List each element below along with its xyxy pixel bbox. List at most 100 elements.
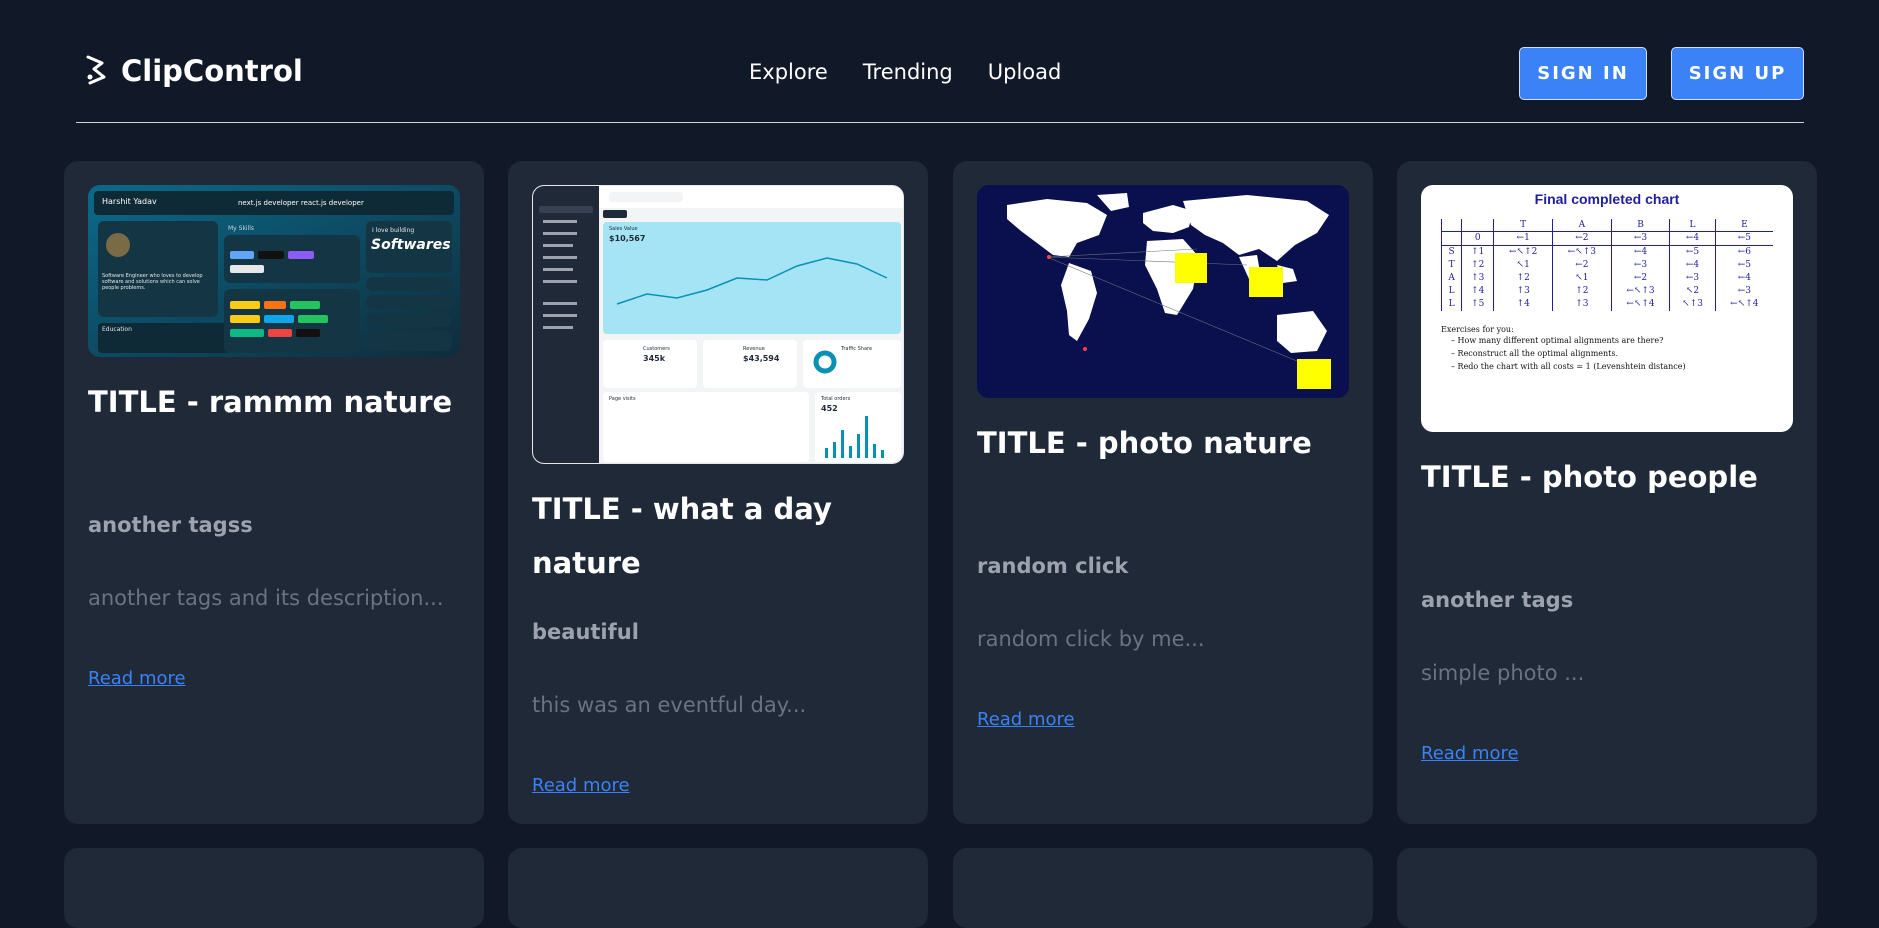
thumb-name: Harshit Yadav [102,197,157,206]
thumb-sub: I love building [372,227,415,234]
table-cell: ←↖↑3 [1552,245,1612,259]
thumb-skills: My Skills [228,225,255,232]
post-thumbnail[interactable]: Harshit Yadav next.js developer react.js… [88,185,460,357]
alignment-table: T A B L E 0 ←1 ←2 ←3 ←4 ←5 S ↑1 ←↖↑2 ←↖↑3 ←4 ←5 ←6 T ↑2 ↖1 ←2… [1440,219,1773,311]
table-row: L ↑4 ↑3 ↑2 ←↖↑3 ↖2 ←3 [1440,285,1773,298]
post-description: another tags and its description... [88,586,444,610]
orders-label: Total orders [821,396,851,402]
table-cell: L [1440,298,1462,311]
table-header-cell [1440,219,1462,232]
post-thumbnail[interactable] [977,185,1349,398]
post-title: TITLE - rammm nature [88,385,453,419]
table-cell: ↑2 [1461,259,1494,272]
customers-label: Customers [643,346,670,352]
post-description: random click by me... [977,627,1205,651]
post-card: Sales Value $10,567 Customers 345k Reven… [508,161,928,824]
table-cell: ←1 [1493,231,1553,246]
post-card: Harshit Yadav next.js developer react.js… [64,161,484,824]
portfolio-screenshot [88,185,460,357]
read-more-link[interactable]: Read more [88,668,186,689]
table-row: L ↑5 ↑4 ↑3 ←↖↑4 ↖↑3 ←↖↑4 [1440,298,1773,311]
table-header-cell: E [1714,219,1773,232]
orders-value: 452 [821,404,838,413]
post-tag: random click [977,554,1129,578]
table-row: T ↑2 ↖1 ←2 ←3 ←4 ←5 [1440,259,1773,272]
sales-label: Sales Value [609,226,638,232]
sign-in-button[interactable]: SIGN IN [1519,47,1647,100]
nav-upload[interactable]: Upload [988,60,1062,84]
read-more-link[interactable]: Read more [532,775,630,796]
exercises-title: Exercises for you: [1441,325,1514,334]
auth-buttons: SIGN IN SIGN UP [1519,47,1804,100]
table-cell: ↑4 [1493,298,1553,311]
table-cell: ←3 [1610,231,1670,246]
read-more-link[interactable]: Read more [1421,743,1519,764]
table-cell: ↖1 [1493,259,1553,272]
exercise-list: – How many different optimal alignments … [1451,334,1773,373]
table-cell: ←5 [1714,259,1773,272]
table-cell: ←3 [1610,259,1670,272]
table-cell [1440,231,1462,246]
table-header-cell: L [1669,219,1716,232]
table-cell: ←4 [1714,272,1773,285]
table-header-cell: T [1493,219,1553,232]
post-card: TITLE - photo nature random click random… [953,161,1373,824]
post-title: TITLE - photo people [1421,460,1758,494]
post-thumbnail[interactable]: Final completed chart T A B L E 0 ←1 ←2 ←3 ←4 ←5 S ↑… [1421,185,1793,432]
post-card [1397,848,1817,928]
post-thumbnail[interactable]: Sales Value $10,567 Customers 345k Reven… [532,185,904,464]
table-cell: ←3 [1669,272,1716,285]
dashboard-screenshot [533,186,903,463]
thumb-bio: Software Engineer who loves to develop s… [102,273,203,291]
brand-logo[interactable]: ClipControl [82,54,303,88]
table-cell: ←2 [1552,231,1612,246]
brand-name: ClipControl [121,54,303,88]
post-tag: another tags [1421,588,1574,612]
table-header-cell: A [1552,219,1612,232]
customers-value: 345k [643,354,666,363]
table-cell: ←↖↑4 [1610,298,1670,311]
table-cell: ↖2 [1669,285,1716,298]
sales-value: $10,567 [609,234,646,243]
table-row: S ↑1 ←↖↑2 ←↖↑3 ←4 ←5 ←6 [1440,245,1773,259]
post-description: simple photo ... [1421,661,1585,685]
world-map-image [977,185,1349,398]
thumb-headline: Softwares [371,237,451,253]
table-row: A ↑3 ↑2 ↖1 ←2 ←3 ←4 [1440,272,1773,285]
revenue-label: Revenue [743,346,765,352]
nav-explore[interactable]: Explore [749,60,828,84]
table-cell: ←↖↑2 [1493,245,1553,259]
table-cell: ↑4 [1461,285,1494,298]
table-cell: ←3 [1714,285,1773,298]
post-card [508,848,928,928]
table-cell: ↖↑3 [1669,298,1716,311]
table-cell: ↑3 [1493,285,1553,298]
post-card [953,848,1373,928]
table-cell: T [1440,259,1462,272]
table-cell: ↑2 [1493,272,1553,285]
table-cell: ←2 [1552,259,1612,272]
table-cell: ←↖↑3 [1610,285,1670,298]
thumb-education: Education [102,326,132,333]
table-cell: ↑2 [1552,285,1612,298]
post-tag: beautiful [532,620,639,644]
post-card: Final completed chart T A B L E 0 ←1 ←2 ←3 ←4 ←5 S ↑… [1397,161,1817,824]
table-cell: ↖1 [1552,272,1612,285]
table-cell: ↑3 [1461,272,1494,285]
table-header-cell: B [1610,219,1670,232]
table-header-cell [1461,219,1494,232]
table-cell: L [1440,285,1462,298]
site-header: ClipControl Explore Trending Upload SIGN… [76,0,1804,123]
chart-title: Final completed chart [1534,191,1680,207]
nav-trending[interactable]: Trending [863,60,953,84]
exercise-item: – How many different optimal alignments … [1451,336,1664,345]
table-cell: 0 [1461,231,1494,246]
table-cell: ←2 [1610,272,1670,285]
post-title: TITLE - what a day nature [532,492,832,580]
logo-icon [86,55,106,85]
exercise-item: – Redo the chart with all costs = 1 (Lev… [1451,362,1686,371]
sign-up-button[interactable]: SIGN UP [1671,47,1804,100]
table-cell: ←5 [1669,245,1716,259]
read-more-link[interactable]: Read more [977,709,1075,730]
thumb-nav: next.js developer react.js developer [238,199,364,207]
